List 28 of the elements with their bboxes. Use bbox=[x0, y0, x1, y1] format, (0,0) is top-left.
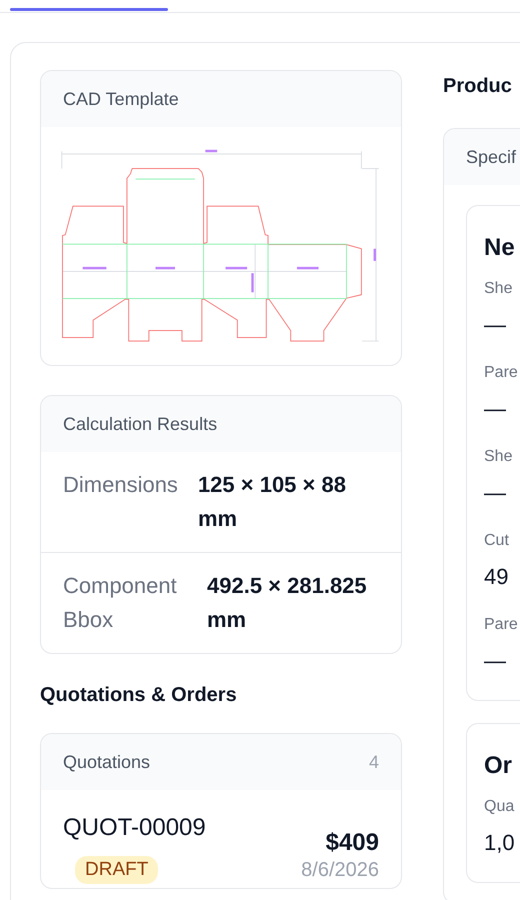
result-value: 492.5 × 281.825 mm bbox=[207, 572, 368, 634]
field-value: — bbox=[484, 648, 507, 674]
result-label: Component Bbox bbox=[63, 572, 178, 634]
field-value: 1,0 bbox=[484, 830, 516, 856]
quotation-number[interactable]: QUOT-00009 bbox=[63, 814, 206, 841]
card-title: Calculation Results bbox=[63, 414, 218, 434]
field-label: She bbox=[484, 447, 514, 467]
field-value: — bbox=[484, 312, 507, 338]
field-label: Qua bbox=[484, 797, 516, 817]
field-label: Pare bbox=[484, 615, 519, 635]
quotation-count: 4 bbox=[368, 752, 379, 772]
quotation-amount: $409 bbox=[326, 829, 379, 857]
section-title: Quotations & Orders bbox=[40, 684, 238, 707]
result-label: Dimensions bbox=[63, 471, 179, 499]
field-value: — bbox=[484, 396, 507, 422]
card-title: Quotations bbox=[63, 752, 150, 772]
field-value: 49 bbox=[484, 564, 510, 590]
card-title: Ne bbox=[484, 234, 516, 262]
section-title: Produc bbox=[443, 75, 513, 98]
field-value: — bbox=[484, 480, 507, 506]
field-label: She bbox=[484, 279, 514, 299]
status-badge: DRAFT bbox=[75, 856, 158, 884]
quotation-date: 8/6/2026 bbox=[301, 859, 379, 882]
field-label: Cut bbox=[484, 531, 510, 551]
card-title: CAD Template bbox=[63, 88, 179, 110]
result-value: 125 × 105 × 88 mm bbox=[198, 471, 347, 533]
field-label: Pare bbox=[484, 363, 519, 383]
card-title: Or bbox=[484, 752, 514, 780]
